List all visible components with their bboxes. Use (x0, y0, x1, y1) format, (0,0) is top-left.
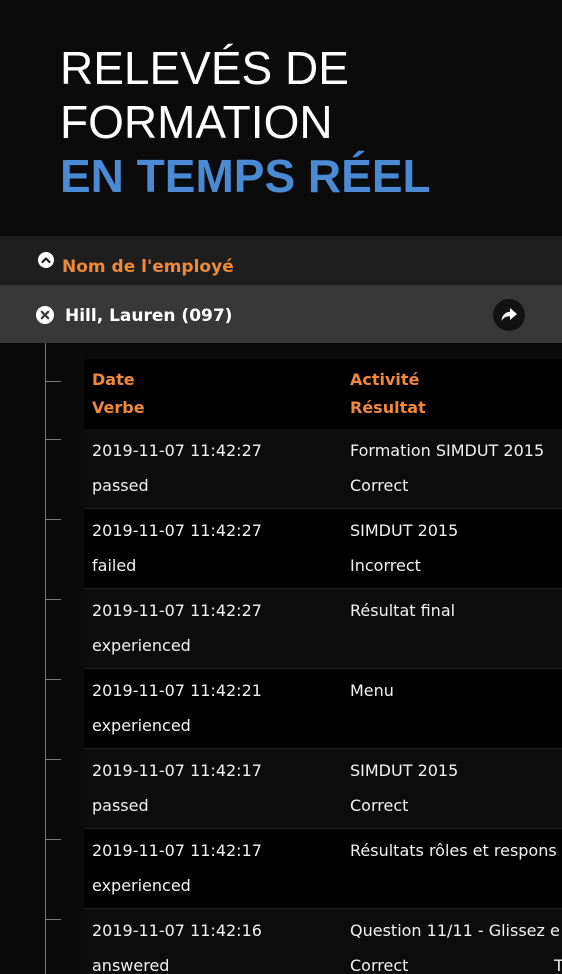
row-activity: Résultat final (350, 601, 456, 620)
tree-connector-line (45, 343, 46, 974)
row-result: Correct (350, 476, 409, 495)
table-row[interactable]: 2019-11-07 11:42:27 experienced Résultat… (84, 589, 562, 669)
chevron-up-circle-icon[interactable] (38, 252, 54, 268)
row-verb: failed (92, 556, 137, 575)
row-verb: experienced (92, 876, 191, 895)
column-header-result[interactable]: Résultat (350, 397, 426, 419)
app-root: RELEVÉS DE FORMATION EN TEMPS RÉEL Nom d… (0, 0, 562, 974)
row-verb: passed (92, 476, 149, 495)
row-date: 2019-11-07 11:42:17 (92, 761, 262, 780)
row-activity: SIMDUT 2015 (350, 761, 459, 780)
tree-tick (45, 759, 61, 760)
column-header-verb[interactable]: Verbe (92, 397, 145, 419)
page-header: RELEVÉS DE FORMATION EN TEMPS RÉEL (0, 0, 562, 236)
tree-tick (45, 439, 61, 440)
row-verb: experienced (92, 716, 191, 735)
header-title-line-2: FORMATION (60, 96, 333, 148)
table-row[interactable]: 2019-11-07 11:42:16 answered Question 11… (84, 909, 562, 974)
row-activity: Menu (350, 681, 394, 700)
row-result: Correct (350, 956, 409, 974)
share-button[interactable] (493, 299, 525, 331)
row-result: Correct (350, 796, 409, 815)
row-date: 2019-11-07 11:42:27 (92, 601, 262, 620)
row-activity: SIMDUT 2015 (350, 521, 459, 540)
employee-name: Hill, Lauren (097) (65, 306, 233, 326)
tree-tick (45, 381, 61, 382)
row-verb: answered (92, 956, 170, 974)
tree-tick (45, 599, 61, 600)
column-header-activity[interactable]: Activité (350, 369, 419, 391)
row-activity: Question 11/11 - Glissez e (350, 921, 560, 940)
sort-employee-name-label[interactable]: Nom de l'employé (62, 255, 234, 279)
header-title-line-3: EN TEMPS RÉEL (60, 150, 431, 202)
table-row[interactable]: 2019-11-07 11:42:27 failed SIMDUT 2015 I… (84, 509, 562, 589)
row-result: Incorrect (350, 556, 421, 575)
row-verb: passed (92, 796, 149, 815)
header-title-line-1: RELEVÉS DE (60, 42, 349, 94)
row-date: 2019-11-07 11:42:17 (92, 841, 262, 860)
tree-tick (45, 919, 61, 920)
share-forward-icon (501, 308, 517, 321)
table-row[interactable]: 2019-11-07 11:42:17 passed SIMDUT 2015 C… (84, 749, 562, 829)
tree-tick (45, 839, 61, 840)
row-activity: Résultats rôles et respons (350, 841, 557, 860)
table-row[interactable]: 2019-11-07 11:42:17 experienced Résultat… (84, 829, 562, 909)
table-row[interactable]: 2019-11-07 11:42:21 experienced Menu (84, 669, 562, 749)
row-verb: experienced (92, 636, 191, 655)
row-extra-text: T (554, 956, 562, 974)
row-date: 2019-11-07 11:42:27 (92, 521, 262, 540)
table-header: Date Verbe Activité Résultat (84, 359, 562, 429)
row-date: 2019-11-07 11:42:27 (92, 441, 262, 460)
row-date: 2019-11-07 11:42:16 (92, 921, 262, 940)
tree-tick (45, 519, 61, 520)
row-date: 2019-11-07 11:42:21 (92, 681, 262, 700)
tree-tick (45, 679, 61, 680)
training-records-table: Date Verbe Activité Résultat 2019-11-07 … (84, 359, 562, 974)
close-circle-icon[interactable] (36, 306, 54, 324)
table-row[interactable]: 2019-11-07 11:42:27 passed Formation SIM… (84, 429, 562, 509)
column-header-date[interactable]: Date (92, 369, 135, 391)
row-activity: Formation SIMDUT 2015 (350, 441, 545, 460)
